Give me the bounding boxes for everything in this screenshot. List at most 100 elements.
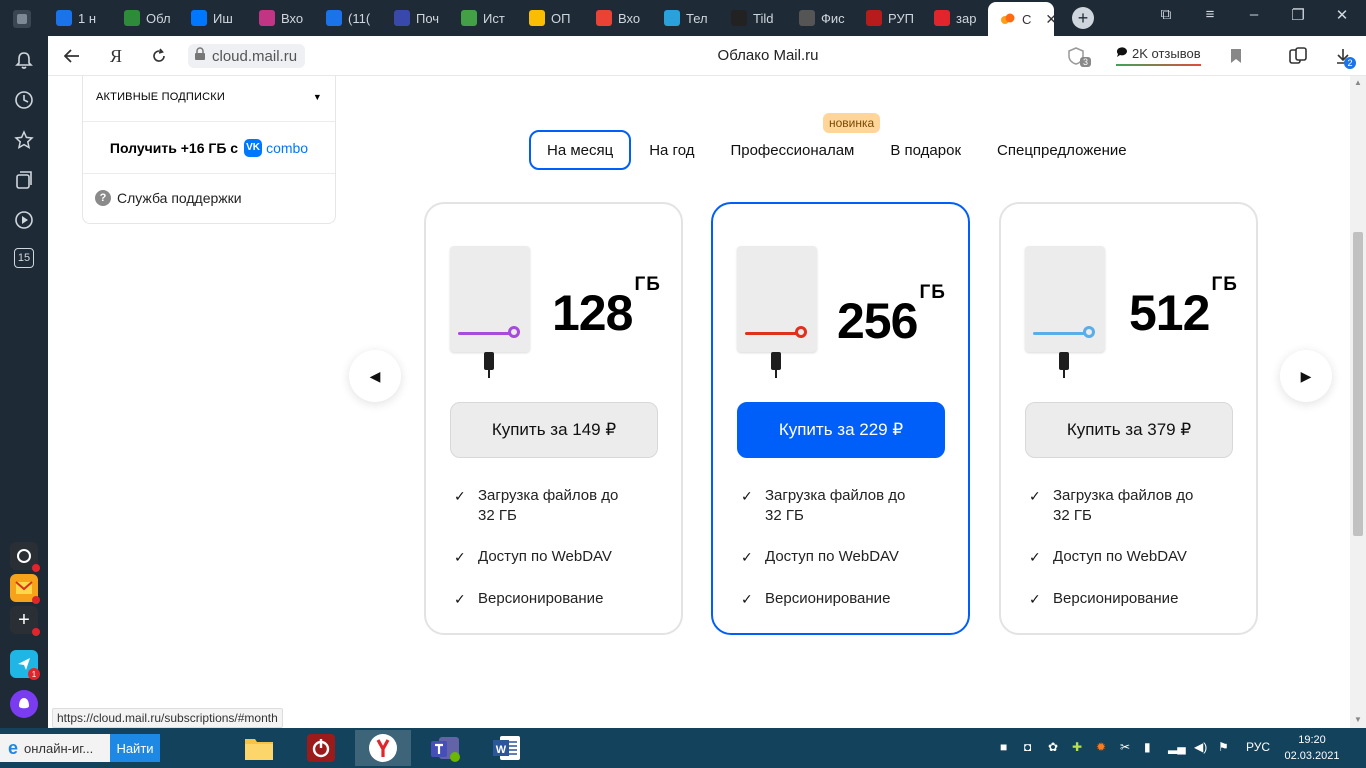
- browser-tab-label: Поч: [416, 10, 440, 26]
- address-bar: Я cloud.mail.ru Облако Mail.ru 3 2K отзы…: [48, 36, 1366, 76]
- protect-count: 3: [1080, 57, 1092, 67]
- browser-tab[interactable]: Ист: [461, 4, 517, 32]
- mail-app-icon[interactable]: [10, 574, 40, 604]
- plan-size: 256ГБ: [837, 282, 946, 349]
- yandex-browser-taskbar-icon[interactable]: [355, 730, 411, 766]
- buy-button[interactable]: Купить за 229 ₽: [737, 402, 945, 458]
- camera-app-icon[interactable]: [10, 542, 40, 572]
- taskbar-search-button[interactable]: Найти: [110, 734, 160, 762]
- alice-assistant-icon[interactable]: [10, 690, 38, 718]
- bookmark-icon[interactable]: [1230, 44, 1242, 68]
- browser-tab[interactable]: ОП: [529, 4, 585, 32]
- tab-professionals[interactable]: Профессионалам: [712, 130, 872, 170]
- bell-icon[interactable]: [12, 48, 36, 72]
- url-field[interactable]: cloud.mail.ru: [188, 44, 306, 68]
- play-icon[interactable]: [12, 208, 36, 232]
- browser-tab[interactable]: Обл: [124, 4, 180, 32]
- combo-promo-link[interactable]: Получить +16 ГБ с VK combo: [83, 122, 335, 174]
- combo-promo-text: Получить +16 ГБ с: [109, 139, 239, 156]
- menu-icon[interactable]: ≡: [1198, 6, 1222, 23]
- taskbar-clock[interactable]: 19:20 02.03.2021: [1280, 732, 1344, 764]
- reload-icon[interactable]: [147, 44, 171, 68]
- storage-drive-icon: [1025, 246, 1105, 378]
- window-close-icon[interactable]: ✕: [1330, 6, 1354, 24]
- teams-icon[interactable]: [417, 730, 473, 766]
- flag-notification-icon[interactable]: ⚑: [1218, 740, 1229, 754]
- instagram-icon: [259, 10, 275, 26]
- power-app-icon[interactable]: [293, 730, 349, 766]
- browser-menu-logo-icon[interactable]: [8, 6, 36, 32]
- browser-tab[interactable]: 1 н: [56, 4, 112, 32]
- browser-tab[interactable]: Фис: [799, 4, 855, 32]
- collections-icon[interactable]: [12, 168, 36, 192]
- file-explorer-icon[interactable]: [231, 730, 287, 766]
- browser-tab[interactable]: зар: [934, 4, 990, 32]
- battery-tray-icon[interactable]: ▮: [1144, 740, 1151, 754]
- network-signal-icon[interactable]: ▂▄: [1168, 740, 1186, 754]
- windows-taskbar: e онлайн-иг... Найти W ■ ◘ ✿ ✚ ✹ ✂ ▮ ▂▄ …: [0, 728, 1366, 768]
- history-clock-icon[interactable]: [12, 88, 36, 112]
- tab-special-offer[interactable]: Спецпредложение: [979, 130, 1145, 170]
- messenger-app-icon[interactable]: 1: [10, 650, 40, 680]
- browser-tab[interactable]: Вхо: [596, 4, 652, 32]
- yandex-logo-icon[interactable]: Я: [104, 44, 128, 68]
- support-link[interactable]: ? Служба поддержки: [83, 174, 335, 222]
- extensions-icon[interactable]: [1288, 44, 1308, 68]
- carousel-prev-button[interactable]: ◀: [349, 350, 401, 402]
- triangle-left-icon: ◀: [369, 367, 381, 384]
- tab-active-cloud[interactable]: С ✕: [988, 2, 1054, 36]
- browser-tab[interactable]: Иш: [191, 4, 247, 32]
- close-tab-icon[interactable]: ✕: [1045, 11, 1054, 28]
- reviews-button[interactable]: 2K отзывов: [1116, 44, 1201, 66]
- carousel-next-button[interactable]: ▶: [1280, 350, 1332, 402]
- cloud-icon: [1000, 11, 1016, 27]
- tab-year[interactable]: На год: [631, 130, 712, 170]
- url-text: cloud.mail.ru: [212, 47, 298, 65]
- browser-tab[interactable]: Tild: [731, 4, 787, 32]
- word-icon[interactable]: W: [479, 730, 535, 766]
- page-scrollbar[interactable]: ▲ ▼: [1350, 76, 1366, 728]
- back-arrow-icon[interactable]: [60, 44, 84, 68]
- volume-icon[interactable]: ◀): [1194, 740, 1207, 754]
- plus-tray-icon[interactable]: ✚: [1072, 740, 1082, 754]
- tabs-panel-icon[interactable]: ⧉: [1154, 6, 1178, 23]
- scroll-down-icon[interactable]: ▼: [1354, 715, 1362, 724]
- scrollbar-thumb[interactable]: [1353, 232, 1363, 536]
- cropped-heading-fragment: ᵖ: [820, 76, 826, 82]
- tools-tray-icon[interactable]: ✂: [1120, 740, 1130, 754]
- scroll-up-icon[interactable]: ▲: [1354, 78, 1362, 87]
- minimize-icon[interactable]: –: [1242, 6, 1266, 23]
- browser-tab[interactable]: Вхо: [259, 4, 315, 32]
- checkmark-icon: ✓: [454, 591, 466, 607]
- buy-button[interactable]: Купить за 379 ₽: [1025, 402, 1233, 458]
- browser-tab[interactable]: (11(: [326, 4, 382, 32]
- feature-item: ✓ Доступ по WebDAV: [454, 548, 612, 565]
- browser-tab-label: Тел: [686, 10, 708, 26]
- checkmark-icon: ✓: [1029, 488, 1041, 504]
- taskbar-search-input[interactable]: онлайн-иг...: [24, 741, 110, 756]
- teams-tray-icon[interactable]: ■: [1000, 740, 1007, 754]
- plan-period-tabs: На месяц На год Профессионалам В подарок…: [529, 130, 1145, 170]
- downloads-icon[interactable]: 2: [1334, 44, 1356, 69]
- browser-tab[interactable]: Поч: [394, 4, 450, 32]
- language-indicator[interactable]: РУС: [1246, 740, 1270, 754]
- add-app-icon[interactable]: +: [10, 606, 40, 636]
- avast-tray-icon[interactable]: ✹: [1096, 740, 1106, 754]
- protect-shield-icon[interactable]: 3: [1066, 44, 1092, 68]
- tab-gift[interactable]: В подарок: [872, 130, 979, 170]
- gear-tray-icon[interactable]: ✿: [1048, 740, 1058, 754]
- taskbar-search[interactable]: e онлайн-иг... Найти: [0, 734, 160, 762]
- calendar-icon[interactable]: 15: [14, 248, 34, 268]
- restore-icon[interactable]: ❐: [1286, 6, 1310, 24]
- active-subscriptions-dropdown[interactable]: АКТИВНЫЕ ПОДПИСКИ ▼: [83, 76, 335, 122]
- browser-tab[interactable]: Тел: [664, 4, 720, 32]
- new-tab-button[interactable]: +: [1072, 7, 1094, 29]
- feature-item: ✓ Версионирование: [1029, 590, 1179, 607]
- shield-tray-icon[interactable]: ◘: [1024, 740, 1031, 754]
- feature-item: ✓ Загрузка файлов до 32 ГБ: [741, 487, 906, 524]
- buy-button[interactable]: Купить за 149 ₽: [450, 402, 658, 458]
- page-content: АКТИВНЫЕ ПОДПИСКИ ▼ Получить +16 ГБ с VK…: [48, 76, 1350, 728]
- browser-tab[interactable]: РУП: [866, 4, 922, 32]
- star-icon[interactable]: [12, 128, 36, 152]
- tab-month[interactable]: На месяц: [529, 130, 632, 170]
